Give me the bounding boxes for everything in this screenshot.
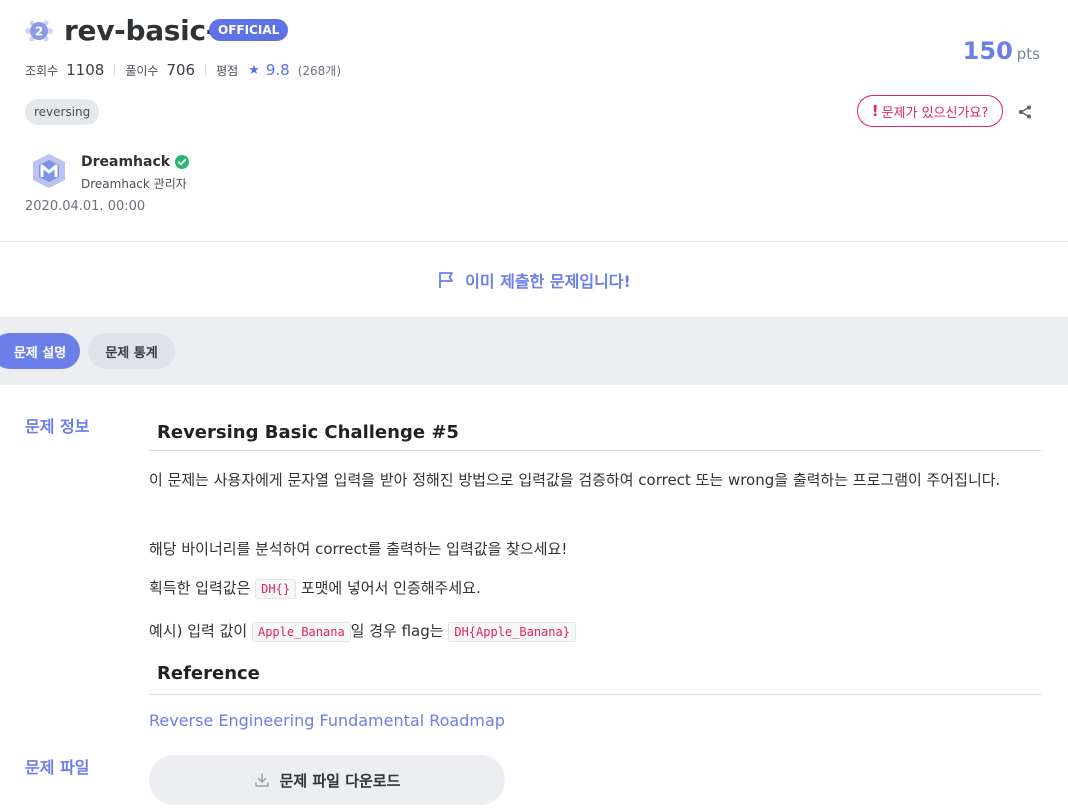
stats-divider: [205, 64, 207, 76]
tag-reversing[interactable]: reversing: [25, 99, 100, 125]
points-display: 150 pts: [963, 36, 1040, 69]
share-icon[interactable]: [1017, 104, 1033, 120]
level-number: 2: [35, 25, 43, 39]
flag-format-code: DH{}: [255, 579, 297, 599]
description-paragraph-4: 예시) 입력 값이 Apple_Banana 일 경우 flag는 DH{Appl…: [149, 617, 1034, 646]
level-2-icon: 2: [24, 18, 54, 44]
section-info-label: 문제 정보: [25, 417, 90, 436]
challenge-stats: 조회수 1108 풀이수 706 평점 ★ 9.8 (268개): [25, 60, 341, 80]
tab-description[interactable]: 문제 설명: [0, 333, 80, 369]
submitted-notice: 이미 제출한 문제입니다!: [0, 266, 1068, 294]
created-date: 2020.04.01. 00:00: [25, 199, 146, 214]
para4-middle: 일 경우 flag는: [350, 622, 449, 640]
tab-statistics[interactable]: 문제 통계: [88, 333, 175, 369]
rating-count: (268개): [297, 63, 341, 78]
submitted-text: 이미 제출한 문제입니다!: [465, 272, 631, 291]
solves-label: 풀이수: [125, 63, 159, 78]
solves-count: 706: [166, 61, 196, 79]
points-unit: pts: [1016, 45, 1040, 63]
views-count: 1108: [66, 61, 105, 79]
challenge-heading: Reversing Basic Challenge #5: [149, 420, 1041, 451]
example-input-code: Apple_Banana: [251, 622, 351, 642]
author-name-text: Dreamhack: [81, 154, 171, 170]
author-avatar[interactable]: [30, 152, 68, 190]
official-badge: OFFICIAL: [209, 19, 289, 41]
description-paragraph-1: 이 문제는 사용자에게 문자열 입력을 받아 정해진 방법으로 입력값을 검증하…: [149, 471, 1001, 489]
para4-prefix: 예시) 입력 값이: [149, 622, 252, 640]
reference-heading: Reference: [149, 661, 1041, 695]
reference-link[interactable]: Reverse Engineering Fundamental Roadmap: [149, 711, 505, 730]
points-value: 150: [962, 37, 1013, 65]
flag-icon: [437, 271, 455, 289]
author-role: Dreamhack 관리자: [81, 177, 187, 191]
example-flag-code: DH{Apple_Banana}: [448, 622, 576, 642]
header-divider: [0, 241, 1068, 242]
section-files-label: 문제 파일: [25, 758, 90, 777]
star-icon: ★: [248, 62, 260, 78]
description-paragraph-3: 획득한 입력값은 DH{} 포맷에 넣어서 인증해주세요.: [149, 574, 1034, 603]
description-paragraph-2: 해당 바이너리를 분석하여 correct를 출력하는 입력값을 찾으세요!: [149, 540, 568, 558]
verified-icon: [175, 155, 190, 169]
views-label: 조회수: [25, 63, 59, 78]
report-issue-label: 문제가 있으신가요?: [881, 105, 989, 121]
para3-prefix: 획득한 입력값은: [149, 579, 256, 597]
stats-divider: [114, 64, 116, 76]
download-label: 문제 파일 다운로드: [279, 771, 401, 790]
rating-label: 평점: [216, 63, 239, 78]
rating-value: 9.8: [265, 61, 290, 79]
reference-heading-text: Reference: [157, 663, 260, 684]
exclamation-icon: !: [871, 102, 879, 120]
challenge-heading-text: Reversing Basic Challenge #5: [157, 422, 459, 443]
para3-suffix: 포맷에 넣어서 인증해주세요.: [296, 579, 481, 597]
author-name[interactable]: Dreamhack: [81, 154, 190, 170]
download-icon: [254, 772, 270, 788]
download-file-button[interactable]: 문제 파일 다운로드: [149, 755, 505, 805]
report-issue-button[interactable]: ! 문제가 있으신가요?: [857, 95, 1003, 127]
